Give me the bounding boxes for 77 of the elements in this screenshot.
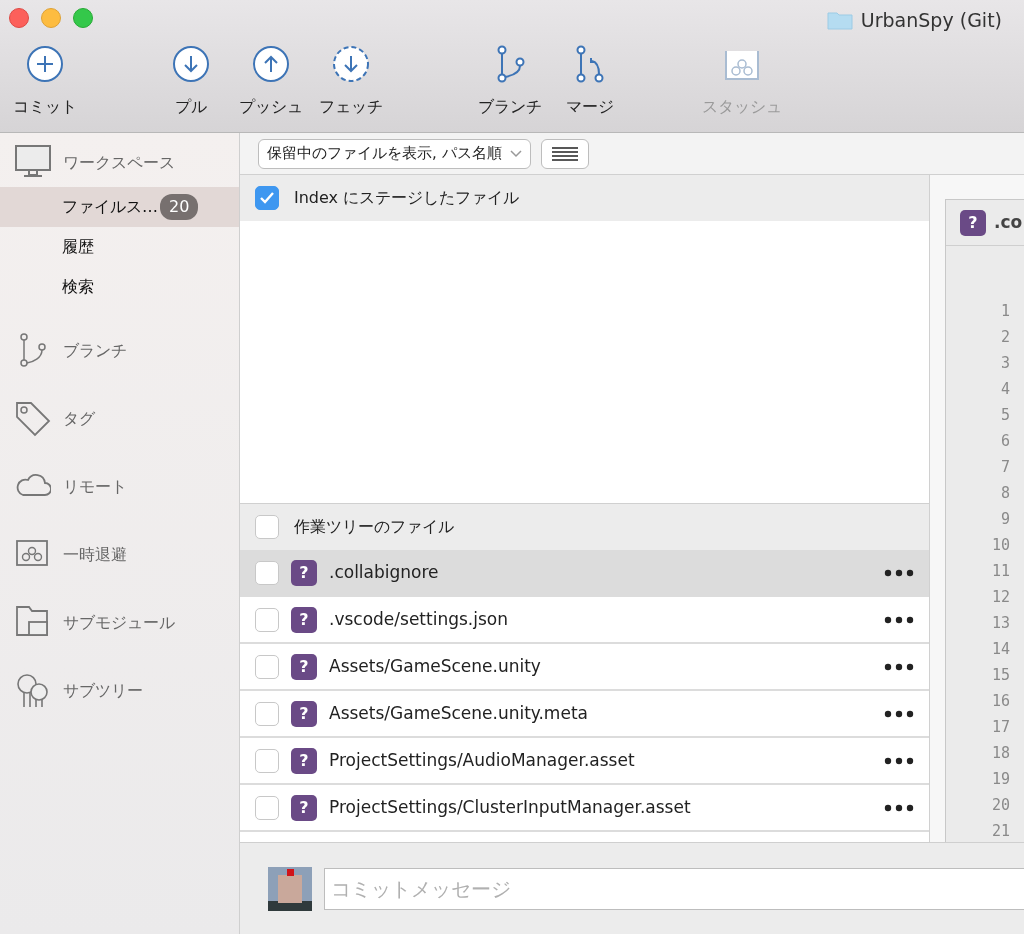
line-number: 5 <box>1000 405 1010 426</box>
status-badge: ? <box>291 606 317 633</box>
status-badge: ? <box>291 747 317 774</box>
line-number: 3 <box>1000 353 1010 374</box>
line-number: 9 <box>1000 509 1010 530</box>
filter-dropdown[interactable]: 保留中のファイルを表示, パス名順 <box>258 138 531 169</box>
checkbox[interactable] <box>255 654 279 679</box>
more-icon[interactable] <box>884 568 914 577</box>
more-icon[interactable] <box>884 709 914 718</box>
line-number: 1 <box>1000 301 1010 322</box>
line-number: 20 <box>991 795 1010 816</box>
sidebar-item[interactable]: 一時退避 <box>63 543 127 567</box>
line-number: 19 <box>991 769 1010 790</box>
sidebar-item[interactable]: ワークスペース <box>63 151 175 175</box>
sidebar-item[interactable]: サブモジュール <box>63 611 175 635</box>
toolbar-button[interactable]: ブランチ <box>470 45 550 119</box>
line-number: 6 <box>1000 431 1010 452</box>
line-number: 14 <box>991 639 1010 660</box>
sidebar-item[interactable]: タグ <box>63 407 95 431</box>
count-badge: 20 <box>160 194 199 220</box>
folder-icon <box>826 10 853 31</box>
line-number: 12 <box>991 587 1010 608</box>
sidebar-item[interactable]: ファイルス… 20 <box>0 187 239 227</box>
status-badge: ? <box>291 559 317 586</box>
status-badge: ? <box>291 653 317 680</box>
checkbox[interactable] <box>255 795 279 820</box>
line-number: 17 <box>991 717 1010 738</box>
sidebar-item[interactable]: リモート <box>63 475 127 499</box>
status-badge: ? <box>960 209 986 236</box>
checkbox[interactable] <box>255 748 279 773</box>
tag-icon <box>15 401 51 437</box>
checkbox[interactable] <box>255 515 279 539</box>
toolbar-button[interactable]: コミット <box>5 45 85 119</box>
checkbox[interactable] <box>255 607 279 632</box>
status-badge: ? <box>291 700 317 727</box>
toolbar-button[interactable]: プッシュ <box>231 45 311 119</box>
more-icon[interactable] <box>884 662 914 671</box>
sidebar-item[interactable]: ブランチ <box>63 339 127 363</box>
more-icon[interactable] <box>884 615 914 624</box>
line-number: 2 <box>1000 327 1010 348</box>
line-number: 8 <box>1000 483 1010 504</box>
minimize-button[interactable] <box>41 8 61 28</box>
line-number: 4 <box>1000 379 1010 400</box>
window-title: UrbanSpy (Git) <box>860 8 1002 33</box>
line-number: 18 <box>991 743 1010 764</box>
status-badge: ? <box>291 794 317 821</box>
commit-message-field[interactable]: コミットメッセージ <box>324 867 1024 910</box>
toolbar-button[interactable]: マージ <box>550 45 630 119</box>
line-number: 15 <box>991 665 1010 686</box>
close-button[interactable] <box>9 8 29 28</box>
sidebar-item[interactable]: 検索 <box>0 267 239 307</box>
trees-icon <box>15 673 51 709</box>
more-icon[interactable] <box>884 803 914 812</box>
chevron-icon <box>509 149 522 158</box>
toolbar-button[interactable]: プル <box>151 45 231 119</box>
line-number: 16 <box>991 691 1010 712</box>
zoom-button[interactable] <box>73 8 93 28</box>
more-icon[interactable] <box>884 756 914 765</box>
line-number: 7 <box>1000 457 1010 478</box>
checkmark-icon <box>259 191 275 205</box>
toolbar-button[interactable]: フェッチ <box>311 45 391 119</box>
file-row[interactable]: ? .collabignore <box>240 550 929 597</box>
checkbox[interactable] <box>255 701 279 726</box>
line-number: 10 <box>991 535 1010 556</box>
checkbox[interactable] <box>255 186 279 210</box>
plus-icon <box>26 45 64 83</box>
sidebar-item[interactable]: 履歴 <box>0 227 239 267</box>
line-number: 21 <box>991 821 1010 842</box>
list-view-button[interactable] <box>540 138 589 169</box>
menu-icon <box>551 146 578 161</box>
file-name: .co <box>994 210 1023 234</box>
section-header: Index にステージしたファイル <box>294 187 520 209</box>
checkbox[interactable] <box>255 560 279 585</box>
section-header: 作業ツリーのファイル <box>294 516 454 538</box>
line-number: 11 <box>991 561 1010 582</box>
sidebar-item[interactable]: サブツリー <box>63 679 143 703</box>
line-number: 13 <box>991 613 1010 634</box>
